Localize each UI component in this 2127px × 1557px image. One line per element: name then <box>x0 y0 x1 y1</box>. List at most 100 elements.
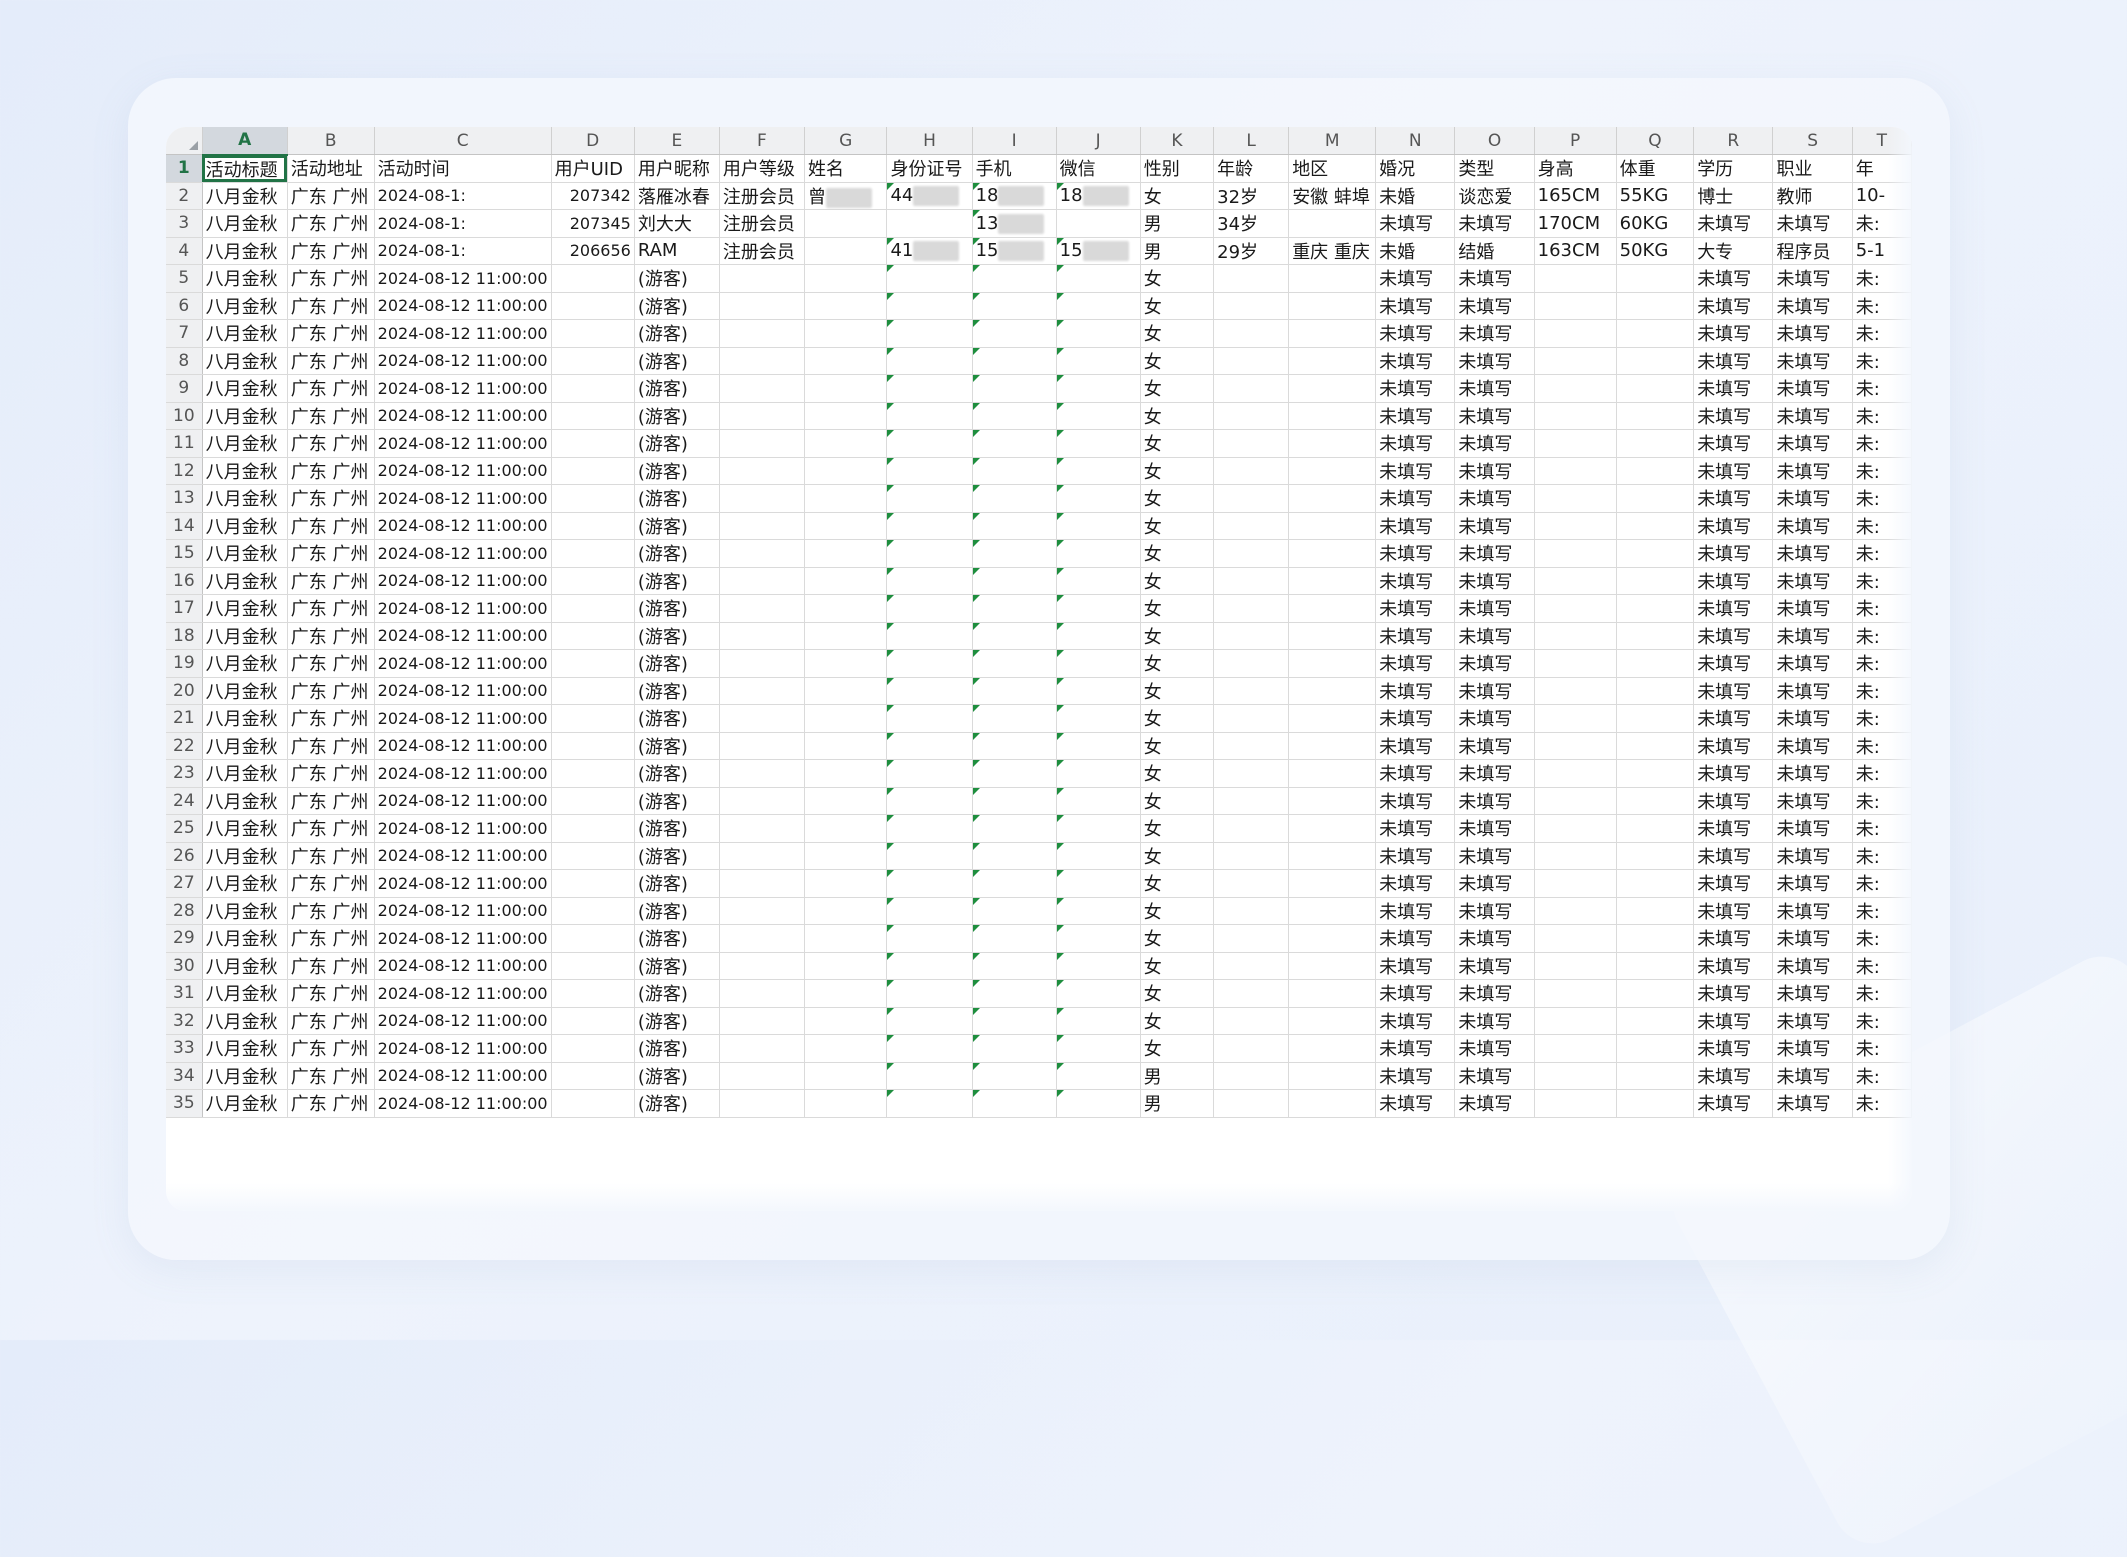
cell-c10[interactable]: 2024-08-12 11:00:00 <box>374 402 552 430</box>
cell-m29[interactable] <box>1288 924 1377 953</box>
cell-n23[interactable]: 未填写 <box>1375 759 1456 788</box>
cell-q27[interactable] <box>1616 869 1695 898</box>
cell-j7[interactable] <box>1056 319 1141 348</box>
cell-q30[interactable] <box>1616 952 1695 980</box>
cell-l9[interactable] <box>1213 374 1290 403</box>
cell-h4[interactable]: 41 <box>886 237 973 265</box>
cell-g2[interactable]: 曾 <box>804 182 888 210</box>
cell-g32[interactable] <box>804 1007 888 1035</box>
cell-j14[interactable] <box>1056 512 1141 540</box>
cell-m30[interactable] <box>1288 952 1377 980</box>
cell-p35[interactable] <box>1534 1089 1617 1118</box>
cell-n14[interactable]: 未填写 <box>1375 512 1456 540</box>
cell-g13[interactable] <box>804 484 888 513</box>
cell-a25[interactable]: 八月金秋 <box>202 814 288 843</box>
cell-l8[interactable] <box>1213 347 1290 375</box>
cell-q33[interactable] <box>1616 1034 1695 1063</box>
cell-h30[interactable] <box>886 952 973 980</box>
cell-b15[interactable]: 广东 广州 <box>287 539 375 568</box>
row-header[interactable]: 35 <box>166 1089 203 1118</box>
cell-n18[interactable]: 未填写 <box>1375 622 1456 650</box>
cell-c3[interactable]: 2024-08-1: <box>374 209 552 238</box>
cell-n9[interactable]: 未填写 <box>1375 374 1456 403</box>
cell-i14[interactable] <box>972 512 1057 540</box>
row-header[interactable]: 20 <box>166 677 203 705</box>
cell-b21[interactable]: 广东 广州 <box>287 704 375 733</box>
cell-i18[interactable] <box>972 622 1057 650</box>
cell-q34[interactable] <box>1616 1062 1695 1090</box>
row-header[interactable]: 25 <box>166 814 203 843</box>
cell-e29[interactable]: (游客) <box>634 924 720 953</box>
cell-t31[interactable]: 未: <box>1852 979 1912 1008</box>
cell-e20[interactable]: (游客) <box>634 677 720 705</box>
cell-m35[interactable] <box>1288 1089 1377 1118</box>
cell-m12[interactable] <box>1288 457 1377 485</box>
cell-r4[interactable]: 大专 <box>1693 237 1774 265</box>
cell-k9[interactable]: 女 <box>1140 374 1215 403</box>
cell-k25[interactable]: 女 <box>1140 814 1215 843</box>
cell-d19[interactable] <box>551 649 635 678</box>
cell-i7[interactable] <box>972 319 1057 348</box>
cell-p31[interactable] <box>1534 979 1617 1008</box>
cell-c8[interactable]: 2024-08-12 11:00:00 <box>374 347 552 375</box>
cell-l2[interactable]: 32岁 <box>1213 182 1290 210</box>
cell-c23[interactable]: 2024-08-12 11:00:00 <box>374 759 552 788</box>
cell-b16[interactable]: 广东 广州 <box>287 567 375 595</box>
cell-q5[interactable] <box>1616 264 1695 293</box>
cell-b22[interactable]: 广东 广州 <box>287 732 375 760</box>
cell-q10[interactable] <box>1616 402 1695 430</box>
cell-k30[interactable]: 女 <box>1140 952 1215 980</box>
cell-d34[interactable] <box>551 1062 635 1090</box>
cell-t35[interactable]: 未: <box>1852 1089 1912 1118</box>
cell-c25[interactable]: 2024-08-12 11:00:00 <box>374 814 552 843</box>
cell-q6[interactable] <box>1616 292 1695 320</box>
cell-s12[interactable]: 未填写 <box>1772 457 1853 485</box>
cell-p29[interactable] <box>1534 924 1617 953</box>
cell-h17[interactable] <box>886 594 973 623</box>
cell-k20[interactable]: 女 <box>1140 677 1215 705</box>
cell-r21[interactable]: 未填写 <box>1693 704 1774 733</box>
cell-t20[interactable]: 未: <box>1852 677 1912 705</box>
cell-t11[interactable]: 未: <box>1852 429 1912 458</box>
cell-h10[interactable] <box>886 402 973 430</box>
cell-e4[interactable]: RAM <box>634 237 720 265</box>
cell-r24[interactable]: 未填写 <box>1693 787 1774 815</box>
cell-c29[interactable]: 2024-08-12 11:00:00 <box>374 924 552 953</box>
cell-h3[interactable] <box>886 209 973 238</box>
cell-p4[interactable]: 163CM <box>1534 237 1617 265</box>
cell-o18[interactable]: 未填写 <box>1454 622 1535 650</box>
cell-b7[interactable]: 广东 广州 <box>287 319 375 348</box>
cell-g34[interactable] <box>804 1062 888 1090</box>
column-header-d[interactable]: D <box>551 127 635 155</box>
cell-c31[interactable]: 2024-08-12 11:00:00 <box>374 979 552 1008</box>
cell-q2[interactable]: 55KG <box>1616 182 1695 210</box>
column-header-n[interactable]: N <box>1375 127 1456 155</box>
cell-d3[interactable]: 207345 <box>551 209 635 238</box>
cell-m8[interactable] <box>1288 347 1377 375</box>
cell-k4[interactable]: 男 <box>1140 237 1215 265</box>
cell-h31[interactable] <box>886 979 973 1008</box>
row-header[interactable]: 30 <box>166 952 203 980</box>
cell-g19[interactable] <box>804 649 888 678</box>
cell-g4[interactable] <box>804 237 888 265</box>
cell-s10[interactable]: 未填写 <box>1772 402 1853 430</box>
cell-k7[interactable]: 女 <box>1140 319 1215 348</box>
cell-h29[interactable] <box>886 924 973 953</box>
cell-o17[interactable]: 未填写 <box>1454 594 1535 623</box>
cell-s14[interactable]: 未填写 <box>1772 512 1853 540</box>
cell-l11[interactable] <box>1213 429 1290 458</box>
cell-g28[interactable] <box>804 897 888 925</box>
cell-n2[interactable]: 未婚 <box>1375 182 1456 210</box>
cell-o29[interactable]: 未填写 <box>1454 924 1535 953</box>
cell-s6[interactable]: 未填写 <box>1772 292 1853 320</box>
cell-o6[interactable]: 未填写 <box>1454 292 1535 320</box>
cell-d10[interactable] <box>551 402 635 430</box>
cell-t29[interactable]: 未: <box>1852 924 1912 953</box>
cell-k29[interactable]: 女 <box>1140 924 1215 953</box>
cell-n31[interactable]: 未填写 <box>1375 979 1456 1008</box>
cell-q7[interactable] <box>1616 319 1695 348</box>
cell-r28[interactable]: 未填写 <box>1693 897 1774 925</box>
cell-l23[interactable] <box>1213 759 1290 788</box>
cell-s18[interactable]: 未填写 <box>1772 622 1853 650</box>
cell-d15[interactable] <box>551 539 635 568</box>
